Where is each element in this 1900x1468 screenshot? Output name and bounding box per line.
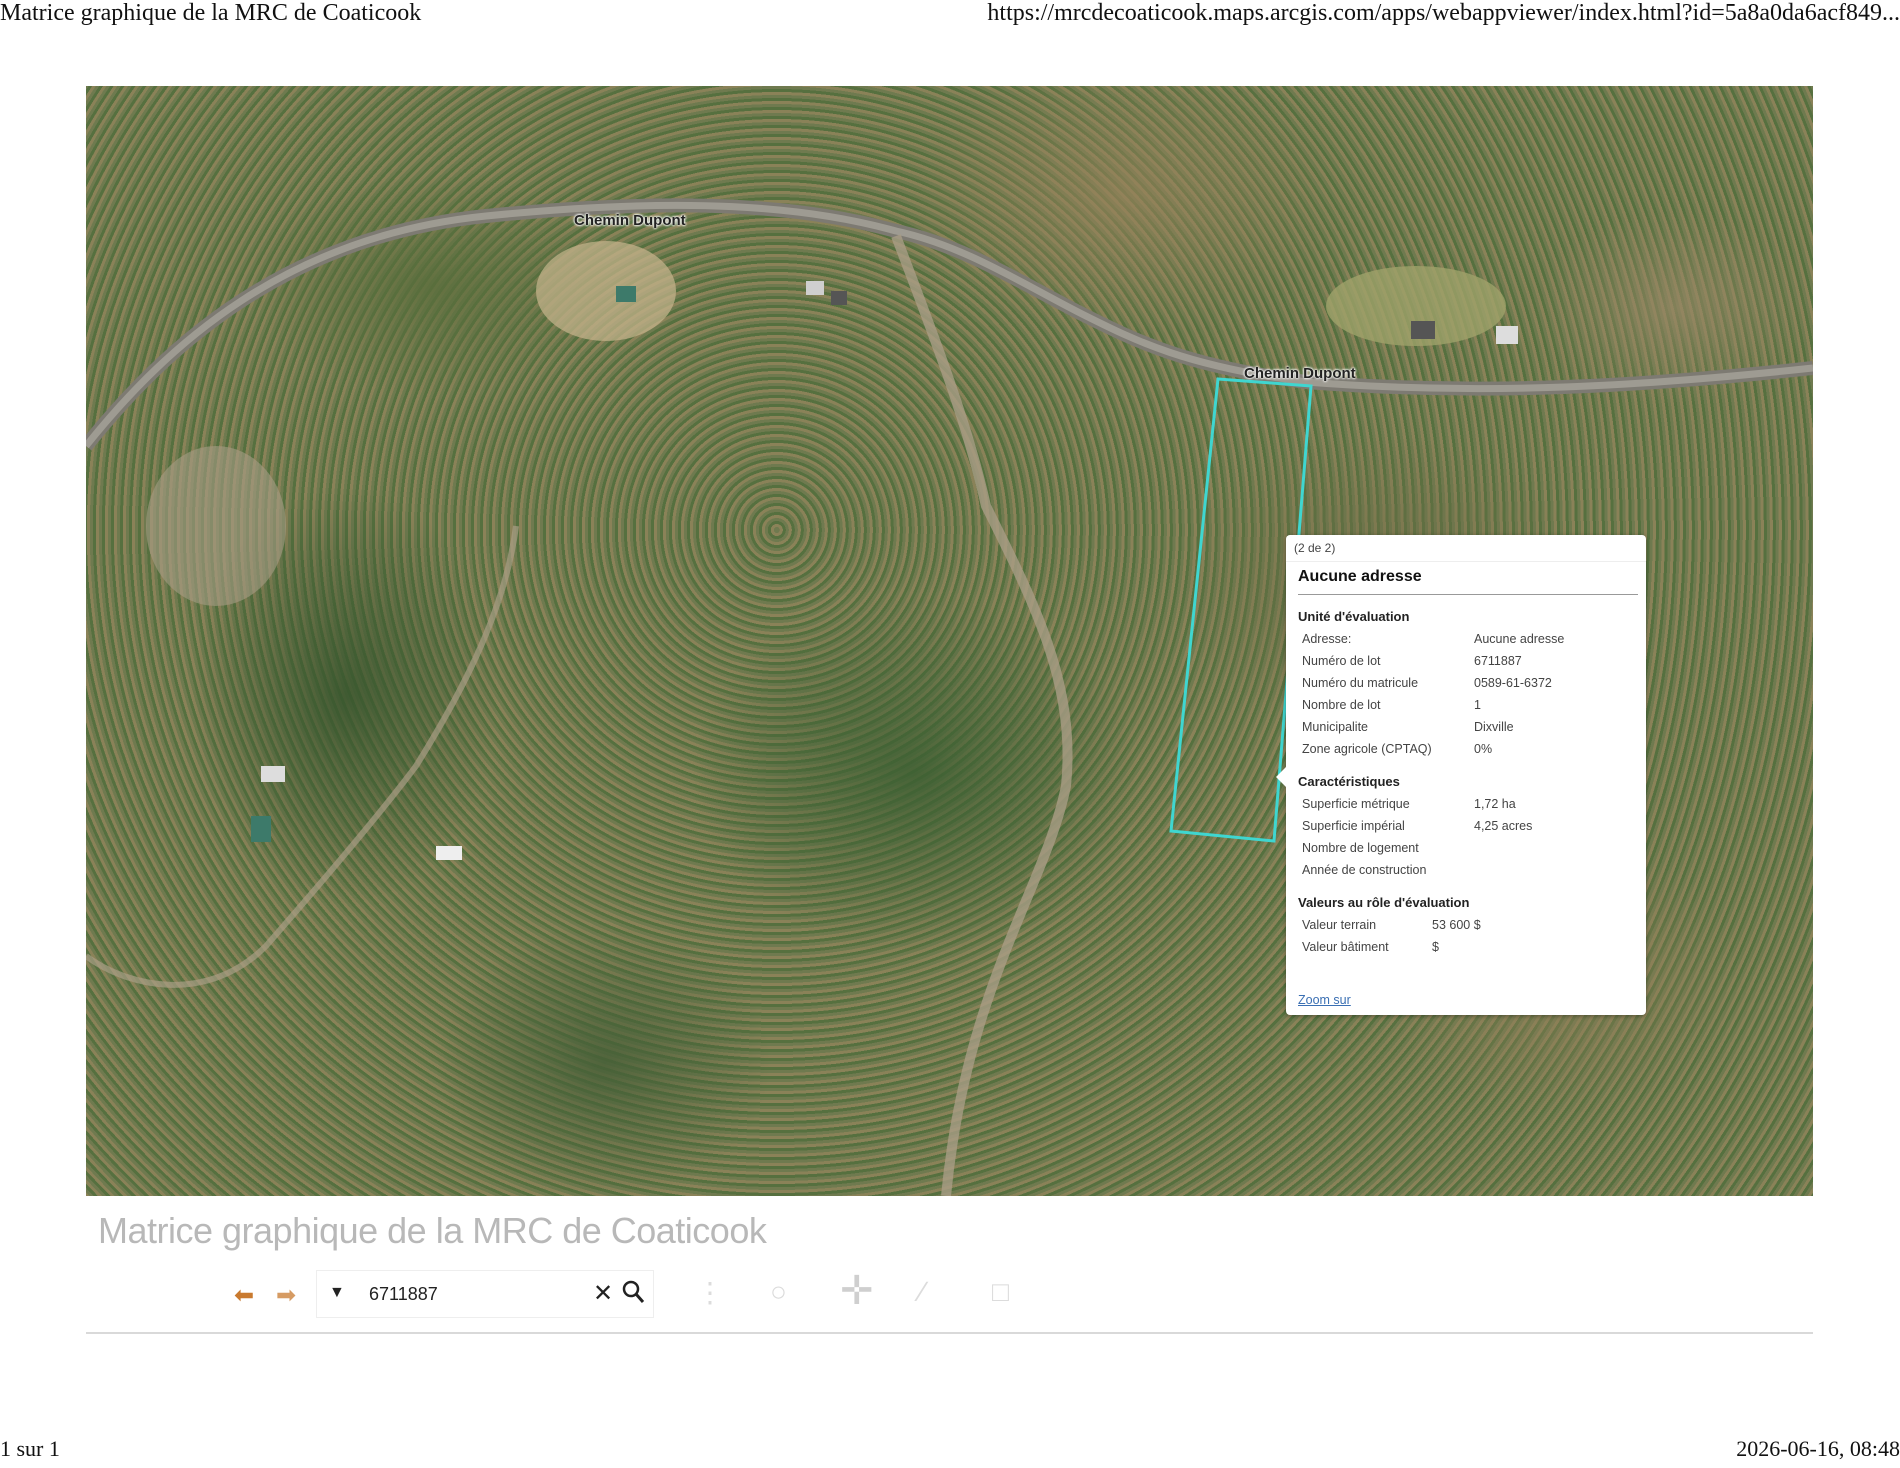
section-unite-evaluation: Unité d'évaluation (1298, 609, 1410, 624)
building (251, 816, 271, 842)
building (1496, 326, 1518, 344)
chevron-down-icon[interactable]: ▼ (329, 1284, 345, 1302)
locate-icon[interactable]: ○ (770, 1276, 787, 1308)
attr-row: Superficie métrique 1,72 ha (1302, 797, 1516, 811)
trail (891, 234, 1073, 1196)
toolbar: ⬅ ➡ ▼ ✕ ⋮ ○ ✛ ∕ □ (86, 1262, 1813, 1334)
crosshair-icon[interactable]: ✛ (840, 1268, 874, 1314)
building (806, 281, 824, 295)
building (616, 286, 636, 302)
attr-row: Municipalite Dixville (1302, 720, 1514, 734)
section-valeurs: Valeurs au rôle d'évaluation (1298, 895, 1470, 910)
identify-popup[interactable]: (2 de 2) Aucune adresse Unité d'évaluati… (1276, 535, 1646, 1015)
search-box: ▼ ✕ (316, 1270, 654, 1318)
attr-row: Adresse: Aucune adresse (1302, 632, 1565, 646)
popup-pointer (1276, 767, 1286, 787)
road-label: Chemin Dupont (574, 212, 686, 229)
zoom-to-link[interactable]: Zoom sur (1298, 993, 1351, 1007)
attr-row: Valeur terrain 53 600 $ (1302, 918, 1481, 932)
building (261, 766, 285, 782)
back-button[interactable]: ⬅ (228, 1278, 260, 1312)
popup-pager[interactable]: (2 de 2) (1286, 535, 1646, 562)
print-icon[interactable]: □ (992, 1276, 1009, 1308)
print-header-title: Matrice graphique de la MRC de Coaticook (0, 0, 422, 26)
measure-icon[interactable]: ∕ (920, 1276, 925, 1308)
attr-row: Valeur bâtiment $ (1302, 940, 1439, 954)
attr-row: Année de construction (1302, 863, 1427, 877)
road-label: Chemin Dupont (1244, 365, 1356, 382)
attr-row: Nombre de logement (1302, 841, 1419, 855)
arrow-right-icon: ➡ (275, 1281, 297, 1309)
building (831, 291, 847, 305)
list-icon[interactable]: ⋮ (696, 1276, 724, 1309)
search-input[interactable] (367, 1279, 581, 1309)
popup-title: Aucune adresse (1298, 568, 1638, 595)
forward-button[interactable]: ➡ (270, 1278, 302, 1312)
building (436, 846, 462, 860)
close-icon[interactable]: ✕ (593, 1279, 613, 1308)
attr-row: Numéro du matricule 0589-61-6372 (1302, 676, 1552, 690)
search-icon[interactable] (621, 1277, 647, 1312)
print-footer-page: 1 sur 1 (0, 1436, 60, 1461)
road-chemin-dupont (86, 198, 1813, 451)
attr-row: Numéro de lot 6711887 (1302, 654, 1522, 668)
map-view[interactable]: Chemin Dupont Chemin Dupont (2 de 2) Auc… (86, 86, 1813, 1196)
building (1411, 321, 1435, 339)
app-title: Matrice graphique de la MRC de Coaticook (98, 1210, 767, 1251)
attr-row: Nombre de lot 1 (1302, 698, 1481, 712)
attr-row: Superficie impérial 4,25 acres (1302, 819, 1533, 833)
print-header-url: https://mrcdecoaticook.maps.arcgis.com/a… (987, 0, 1900, 26)
arrow-left-icon: ⬅ (233, 1281, 255, 1309)
attr-row: Zone agricole (CPTAQ) 0% (1302, 742, 1493, 756)
print-footer-datetime: 2026-06-16, 08:48 (1736, 1436, 1900, 1461)
section-caracteristiques: Caractéristiques (1298, 774, 1400, 789)
